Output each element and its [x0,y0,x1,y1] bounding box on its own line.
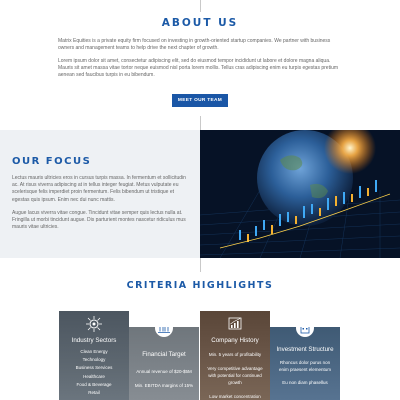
industry-sectors-title: Industry Sectors [71,337,117,344]
about-section: ABOUT US Matrix Equities is a private eq… [0,0,400,130]
about-paragraph-1: Matrix Equities is a private equity firm… [58,38,331,52]
company-history-card: Company History Min. 5 years of profitab… [200,311,270,400]
building-structure-icon [296,327,314,337]
list-item: Min. EBITDA margins of 15% [134,383,194,388]
focus-paragraph-2: Augue lacus viverra vitae congue. Tincid… [12,210,186,231]
financial-target-list: Annual revenue of $20-$5M Min. EBITDA ma… [129,365,199,393]
financial-target-title: Financial Target [142,351,186,358]
about-title: ABOUT US [161,17,239,29]
about-paragraph-2: Lorem ipsum dolor sit amet, consectetur … [58,58,339,79]
investment-structure-title: Investment Structure [276,346,334,353]
list-item: Food & Beverage [76,381,112,387]
bank-icon [155,327,173,337]
list-item: Healthcare [83,373,105,379]
list-item: Eu non diam phasellus [282,380,328,385]
investment-structure-card: Investment Structure Rhoncus dolor purus… [270,327,340,400]
list-item: Min. 5 years of profitability [208,352,262,357]
criteria-title: CRITERIA HIGHLIGHTS [126,280,274,291]
focus-paragraph-1: Lectus mauris ultricies eros in cursus t… [12,175,186,203]
financial-target-card: Financial Target Annual revenue of $20-$… [129,327,199,400]
gear-network-icon [86,316,102,332]
list-item: Business Services [75,365,113,371]
list-item: Retail [88,390,100,396]
criteria-section: CRITERIA HIGHLIGHTS Industry Sectors Cle… [0,258,400,400]
industry-sectors-card: Industry Sectors Clean Energy Technology… [59,311,129,400]
criteria-divider-line [200,258,201,272]
focus-section: OUR FOCUS Lectus mauris ultricies eros i… [0,130,400,258]
list-item: Technology [82,357,106,363]
meet-our-team-button[interactable]: MEET OUR TEAM [172,94,228,107]
industry-sectors-list: Clean Energy Technology Business Service… [59,348,129,397]
company-history-title: Company History [211,337,259,344]
about-divider-line [200,116,201,130]
list-item: Annual revenue of $20-$5M [136,369,192,374]
list-item: Low market concentration [209,394,261,399]
list-item: Rhoncus dolor purus non enim praesent el… [278,360,332,372]
earth-financial-chart-image [200,130,400,258]
company-history-list: Min. 5 years of profitability Very compe… [200,351,270,400]
list-item: Very competitive advantage with potentia… [207,366,263,385]
focus-title: OUR FOCUS [12,156,92,167]
investment-structure-list: Rhoncus dolor purus non enim praesent el… [270,359,340,386]
list-item: Clean Energy [80,349,108,354]
growth-chart-icon [228,317,242,330]
top-divider-line [200,0,201,12]
